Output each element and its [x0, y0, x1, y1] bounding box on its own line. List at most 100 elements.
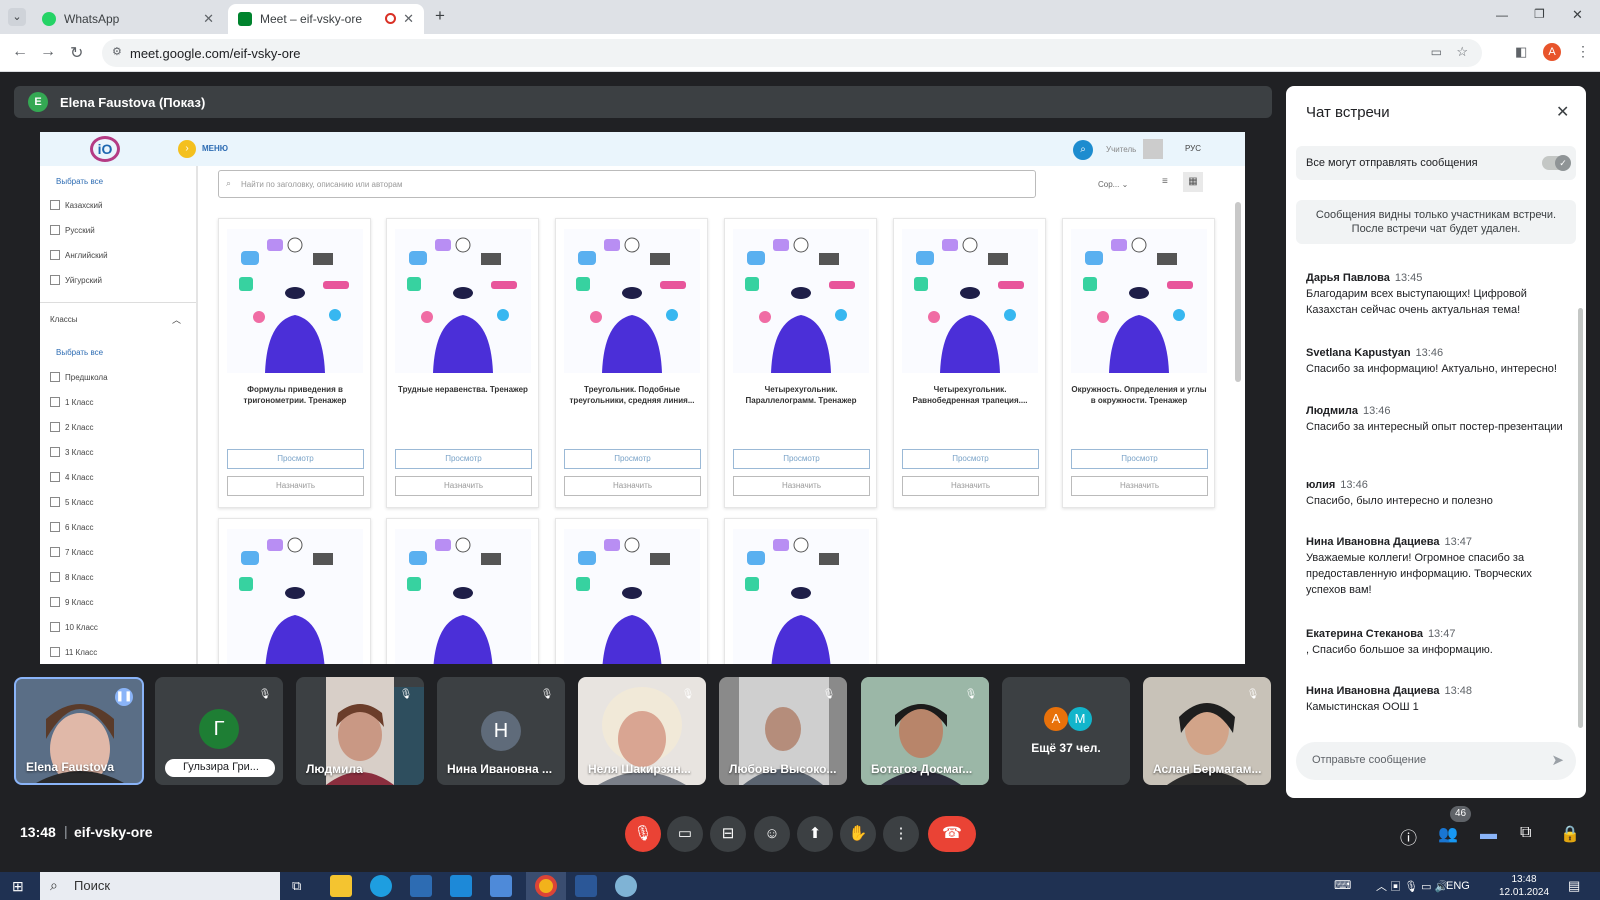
assign-button[interactable]: Назначить: [1071, 476, 1208, 496]
course-card[interactable]: Четырехугольник. Равнобедренная трапеция…: [893, 218, 1046, 508]
view-button[interactable]: Просмотр: [564, 449, 701, 469]
filter-checkbox[interactable]: 11 Класс: [50, 647, 97, 657]
message-input[interactable]: Отправьте сообщение ➤: [1296, 742, 1576, 780]
notifications-icon[interactable]: ▤: [1568, 878, 1580, 894]
captions-button[interactable]: ⊟: [710, 816, 746, 852]
filter-checkbox[interactable]: 5 Класс: [50, 497, 93, 507]
chat-scrollbar[interactable]: [1578, 308, 1583, 728]
filter-checkbox[interactable]: 9 Класс: [50, 597, 93, 607]
filter-checkbox[interactable]: 4 Класс: [50, 472, 93, 482]
participant-tile[interactable]: Г 🎙 Гульзира Гри...: [155, 677, 283, 785]
filter-checkbox[interactable]: Казахский: [50, 200, 102, 210]
assign-button[interactable]: Назначить: [733, 476, 870, 496]
participant-tile[interactable]: 🎙 Аслан Бермагам...: [1143, 677, 1271, 785]
photos-icon[interactable]: [490, 875, 512, 897]
content-search-input[interactable]: ⌕ Найти по заголовку, описанию или автор…: [218, 170, 1036, 198]
course-card[interactable]: [386, 518, 539, 664]
close-tab-icon[interactable]: ✕: [403, 11, 414, 27]
collapse-icon[interactable]: ︿: [172, 313, 181, 326]
tab-meet[interactable]: Meet – eif-vsky-ore ✕: [228, 4, 424, 34]
tray-icons[interactable]: ︿ ▣ 🎙 ▭ 🔊: [1376, 878, 1448, 894]
assign-button[interactable]: Назначить: [564, 476, 701, 496]
participant-tile[interactable]: Н 🎙 Нина Ивановна ...: [437, 677, 565, 785]
view-button[interactable]: Просмотр: [395, 449, 532, 469]
sort-dropdown[interactable]: Сор... ⌄: [1090, 174, 1145, 194]
view-button[interactable]: Просмотр: [902, 449, 1039, 469]
site-info-icon[interactable]: ⚙: [112, 45, 122, 58]
menu-arrow-icon[interactable]: ›: [178, 140, 196, 158]
profile-avatar[interactable]: A: [1543, 43, 1561, 61]
filter-checkbox[interactable]: 3 Класс: [50, 447, 93, 457]
course-card[interactable]: Четырехугольник. Параллелограмм. Тренаже…: [724, 218, 877, 508]
assign-button[interactable]: Назначить: [902, 476, 1039, 496]
assign-button[interactable]: Назначить: [395, 476, 532, 496]
word-icon[interactable]: [575, 875, 597, 897]
course-card[interactable]: [724, 518, 877, 664]
participant-tile[interactable]: 🎙 Людмила: [296, 677, 424, 785]
course-card[interactable]: Трудные неравенства. Тренажер Просмотр Н…: [386, 218, 539, 508]
view-button[interactable]: Просмотр: [1071, 449, 1208, 469]
close-chat-icon[interactable]: ✕: [1556, 102, 1569, 122]
raise-hand-button[interactable]: ✋: [840, 816, 876, 852]
filter-checkbox[interactable]: 8 Класс: [50, 572, 93, 582]
course-card[interactable]: Треугольник. Подобные треугольники, сред…: [555, 218, 708, 508]
course-card[interactable]: [555, 518, 708, 664]
mic-toggle-button[interactable]: 🎙: [625, 816, 661, 852]
activities-icon[interactable]: ⧉: [1520, 824, 1531, 842]
window-close-icon[interactable]: ✕: [1572, 7, 1583, 23]
tab-whatsapp[interactable]: WhatsApp ✕: [32, 4, 224, 34]
filter-checkbox[interactable]: Уйгурский: [50, 275, 102, 285]
permission-toggle[interactable]: ✓: [1542, 155, 1571, 171]
view-button[interactable]: Просмотр: [227, 449, 364, 469]
input-language[interactable]: ENG: [1446, 880, 1470, 892]
menu-dots-icon[interactable]: ⋮: [1576, 43, 1590, 60]
new-tab-icon[interactable]: +: [435, 6, 445, 26]
task-view-icon[interactable]: ⧉: [292, 878, 301, 894]
filter-checkbox[interactable]: 10 Класс: [50, 622, 98, 632]
participant-tile[interactable]: А М Ещё 37 чел.: [1002, 677, 1130, 785]
view-button[interactable]: Просмотр: [733, 449, 870, 469]
send-icon[interactable]: ➤: [1551, 751, 1564, 769]
camera-toggle-button[interactable]: ▭: [667, 816, 703, 852]
course-card[interactable]: Окружность. Определения и углы в окружно…: [1062, 218, 1215, 508]
restore-icon[interactable]: ❐: [1534, 7, 1545, 21]
windows-start-icon[interactable]: ⊞: [12, 878, 24, 895]
select-all-classes[interactable]: Выбрать все: [56, 348, 103, 357]
host-controls-icon[interactable]: 🔒: [1560, 824, 1580, 844]
keyboard-icon[interactable]: ⌨: [1334, 878, 1351, 892]
emoji-button[interactable]: ☺: [754, 816, 790, 852]
present-button[interactable]: ⬆: [797, 816, 833, 852]
filter-checkbox[interactable]: 6 Класс: [50, 522, 93, 532]
filter-checkbox[interactable]: Русский: [50, 225, 95, 235]
filter-checkbox[interactable]: Английский: [50, 250, 108, 260]
back-icon[interactable]: ←: [12, 43, 28, 61]
participant-tile[interactable]: ❚❚ Elena Faustova: [14, 677, 144, 785]
assign-button[interactable]: Назначить: [227, 476, 364, 496]
course-card[interactable]: [218, 518, 371, 664]
people-icon[interactable]: 👥: [1438, 824, 1458, 844]
chrome-icon[interactable]: [535, 875, 557, 897]
side-panel-icon[interactable]: ◧: [1515, 44, 1527, 60]
file-explorer-icon[interactable]: [330, 875, 352, 897]
participant-tile[interactable]: 🎙 Любовь Высоко...: [719, 677, 847, 785]
site-search-icon[interactable]: ⌕: [1073, 140, 1093, 160]
site-menu-label[interactable]: МЕНЮ: [202, 144, 228, 153]
leave-call-button[interactable]: ☎: [928, 816, 976, 852]
bookmark-star-icon[interactable]: ☆: [1456, 44, 1468, 60]
filter-checkbox[interactable]: Предшкола: [50, 372, 108, 382]
filter-checkbox[interactable]: 2 Класс: [50, 422, 93, 432]
participant-tile[interactable]: 🎙 Ботагоз Досмаг...: [861, 677, 989, 785]
minimize-icon[interactable]: —: [1496, 8, 1508, 22]
close-tab-icon[interactable]: ✕: [203, 11, 214, 27]
more-options-button[interactable]: ⋮: [883, 816, 919, 852]
store-icon[interactable]: [410, 875, 432, 897]
meeting-info-icon[interactable]: ⓘ: [1400, 824, 1417, 849]
forward-icon[interactable]: →: [40, 43, 56, 61]
tab-search-icon[interactable]: ⌄: [8, 8, 26, 26]
select-all-languages[interactable]: Выбрать все: [56, 177, 103, 186]
filter-checkbox[interactable]: 1 Класс: [50, 397, 93, 407]
participant-tile[interactable]: 🎙 Неля Шакирзян...: [578, 677, 706, 785]
user-avatar[interactable]: [1143, 139, 1163, 159]
list-view-icon[interactable]: ≡: [1162, 176, 1168, 187]
edge-icon[interactable]: [370, 875, 392, 897]
